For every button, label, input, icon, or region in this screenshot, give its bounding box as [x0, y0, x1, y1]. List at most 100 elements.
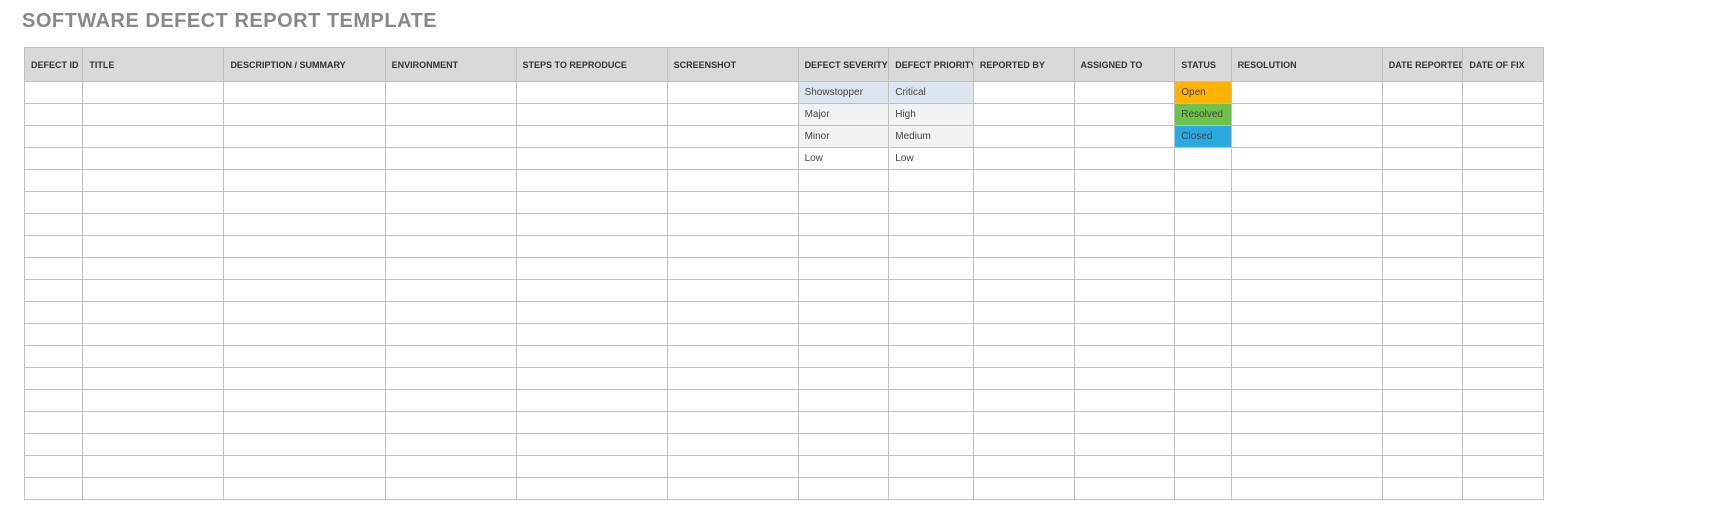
- cell-steps[interactable]: [516, 456, 667, 478]
- cell-date_reported[interactable]: [1382, 82, 1463, 104]
- cell-resolution[interactable]: [1231, 478, 1382, 500]
- cell-defect_id[interactable]: [25, 236, 83, 258]
- cell-date_reported[interactable]: [1382, 390, 1463, 412]
- cell-steps[interactable]: [516, 236, 667, 258]
- cell-date_fix[interactable]: [1463, 368, 1544, 390]
- cell-severity[interactable]: [798, 346, 889, 368]
- cell-assigned_to[interactable]: [1074, 104, 1175, 126]
- cell-assigned_to[interactable]: [1074, 148, 1175, 170]
- cell-assigned_to[interactable]: [1074, 82, 1175, 104]
- cell-environment[interactable]: [385, 126, 516, 148]
- cell-defect_id[interactable]: [25, 434, 83, 456]
- cell-defect_id[interactable]: [25, 478, 83, 500]
- cell-date_reported[interactable]: [1382, 236, 1463, 258]
- cell-steps[interactable]: [516, 104, 667, 126]
- cell-date_fix[interactable]: [1463, 302, 1544, 324]
- cell-defect_id[interactable]: [25, 170, 83, 192]
- cell-environment[interactable]: [385, 456, 516, 478]
- cell-description[interactable]: [224, 456, 385, 478]
- cell-resolution[interactable]: [1231, 324, 1382, 346]
- cell-steps[interactable]: [516, 324, 667, 346]
- cell-date_reported[interactable]: [1382, 258, 1463, 280]
- cell-status[interactable]: [1175, 456, 1231, 478]
- cell-steps[interactable]: [516, 82, 667, 104]
- cell-priority[interactable]: [889, 324, 974, 346]
- cell-description[interactable]: [224, 390, 385, 412]
- cell-date_reported[interactable]: [1382, 280, 1463, 302]
- cell-reported_by[interactable]: [973, 324, 1074, 346]
- cell-status[interactable]: [1175, 170, 1231, 192]
- cell-description[interactable]: [224, 346, 385, 368]
- cell-screenshot[interactable]: [667, 192, 798, 214]
- cell-severity[interactable]: [798, 434, 889, 456]
- cell-steps[interactable]: [516, 434, 667, 456]
- cell-title[interactable]: [83, 214, 224, 236]
- cell-priority[interactable]: [889, 302, 974, 324]
- cell-status[interactable]: [1175, 280, 1231, 302]
- cell-date_reported[interactable]: [1382, 412, 1463, 434]
- cell-reported_by[interactable]: [973, 148, 1074, 170]
- cell-title[interactable]: [83, 148, 224, 170]
- cell-steps[interactable]: [516, 302, 667, 324]
- cell-title[interactable]: [83, 82, 224, 104]
- cell-assigned_to[interactable]: [1074, 236, 1175, 258]
- cell-reported_by[interactable]: [973, 346, 1074, 368]
- cell-environment[interactable]: [385, 434, 516, 456]
- cell-severity[interactable]: Showstopper: [798, 82, 889, 104]
- cell-date_fix[interactable]: [1463, 214, 1544, 236]
- cell-screenshot[interactable]: [667, 478, 798, 500]
- cell-title[interactable]: [83, 170, 224, 192]
- cell-resolution[interactable]: [1231, 214, 1382, 236]
- cell-severity[interactable]: [798, 214, 889, 236]
- cell-assigned_to[interactable]: [1074, 214, 1175, 236]
- cell-description[interactable]: [224, 170, 385, 192]
- cell-date_reported[interactable]: [1382, 302, 1463, 324]
- cell-resolution[interactable]: [1231, 280, 1382, 302]
- cell-resolution[interactable]: [1231, 236, 1382, 258]
- cell-resolution[interactable]: [1231, 346, 1382, 368]
- cell-severity[interactable]: Low: [798, 148, 889, 170]
- cell-reported_by[interactable]: [973, 258, 1074, 280]
- cell-environment[interactable]: [385, 236, 516, 258]
- cell-assigned_to[interactable]: [1074, 192, 1175, 214]
- cell-date_reported[interactable]: [1382, 214, 1463, 236]
- cell-title[interactable]: [83, 324, 224, 346]
- cell-reported_by[interactable]: [973, 82, 1074, 104]
- cell-steps[interactable]: [516, 346, 667, 368]
- cell-defect_id[interactable]: [25, 104, 83, 126]
- cell-description[interactable]: [224, 214, 385, 236]
- cell-title[interactable]: [83, 104, 224, 126]
- cell-reported_by[interactable]: [973, 126, 1074, 148]
- cell-environment[interactable]: [385, 82, 516, 104]
- cell-date_reported[interactable]: [1382, 170, 1463, 192]
- cell-reported_by[interactable]: [973, 236, 1074, 258]
- cell-screenshot[interactable]: [667, 368, 798, 390]
- cell-screenshot[interactable]: [667, 126, 798, 148]
- cell-environment[interactable]: [385, 302, 516, 324]
- cell-status[interactable]: [1175, 434, 1231, 456]
- cell-severity[interactable]: [798, 478, 889, 500]
- cell-environment[interactable]: [385, 258, 516, 280]
- cell-priority[interactable]: [889, 390, 974, 412]
- cell-description[interactable]: [224, 280, 385, 302]
- cell-reported_by[interactable]: [973, 456, 1074, 478]
- cell-assigned_to[interactable]: [1074, 412, 1175, 434]
- cell-status[interactable]: [1175, 148, 1231, 170]
- cell-environment[interactable]: [385, 412, 516, 434]
- cell-screenshot[interactable]: [667, 170, 798, 192]
- cell-date_fix[interactable]: [1463, 324, 1544, 346]
- cell-priority[interactable]: [889, 214, 974, 236]
- cell-reported_by[interactable]: [973, 390, 1074, 412]
- cell-date_reported[interactable]: [1382, 368, 1463, 390]
- cell-assigned_to[interactable]: [1074, 258, 1175, 280]
- cell-assigned_to[interactable]: [1074, 170, 1175, 192]
- cell-priority[interactable]: [889, 412, 974, 434]
- cell-title[interactable]: [83, 236, 224, 258]
- cell-environment[interactable]: [385, 478, 516, 500]
- cell-status[interactable]: [1175, 478, 1231, 500]
- cell-date_fix[interactable]: [1463, 126, 1544, 148]
- cell-steps[interactable]: [516, 126, 667, 148]
- cell-defect_id[interactable]: [25, 324, 83, 346]
- cell-steps[interactable]: [516, 390, 667, 412]
- cell-severity[interactable]: [798, 456, 889, 478]
